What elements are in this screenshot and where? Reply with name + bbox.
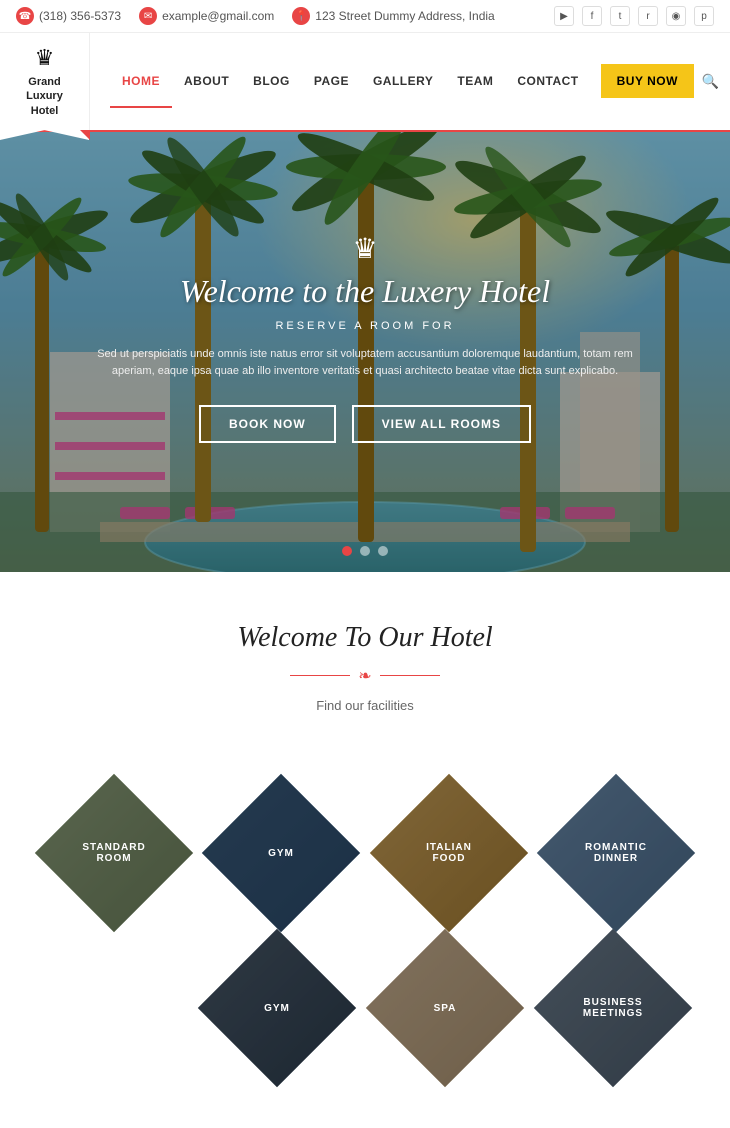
dot-1[interactable] [342, 546, 352, 556]
dot-3[interactable] [378, 546, 388, 556]
nav-page[interactable]: PAGE [302, 56, 361, 106]
nav-contact[interactable]: CONTACT [505, 56, 590, 106]
hero-content: ♛ Welcome to the Luxery Hotel RESERVE A … [0, 132, 730, 443]
search-icon[interactable]: 🔍 [702, 73, 719, 90]
top-bar: ☎ (318) 356-5373 ✉ example@gmail.com 📍 1… [0, 0, 730, 33]
divider-ornament: ❧ [20, 666, 710, 686]
facility-gym-2[interactable]: GYM [197, 928, 357, 1088]
nav-about[interactable]: ABOUT [172, 56, 241, 106]
rss-icon[interactable]: r [638, 6, 658, 26]
facility-label-standard: STANDARDROOM [58, 797, 170, 909]
welcome-title: Welcome To Our Hotel [20, 622, 710, 654]
buy-now-button[interactable]: BUY NOW [601, 64, 694, 98]
youtube-icon[interactable]: ▶ [554, 6, 574, 26]
nav-home[interactable]: HOME [110, 56, 172, 106]
contact-info: ☎ (318) 356-5373 ✉ example@gmail.com 📍 1… [16, 7, 495, 25]
facility-romantic-dinner[interactable]: ROMANTICDINNER [537, 773, 697, 933]
facility-label-gym2: GYM [221, 952, 333, 1064]
facilities-section: STANDARDROOM GYM ITALIANFOOD ROMANT [0, 773, 730, 1128]
header: ♛ GrandLuxuryHotel HOME ABOUT BLOG PAGE … [0, 33, 730, 132]
logo[interactable]: ♛ GrandLuxuryHotel [0, 33, 90, 130]
divider-left [290, 675, 350, 676]
email-address: example@gmail.com [162, 9, 274, 23]
email-contact: ✉ example@gmail.com [139, 7, 274, 25]
facility-standard-room[interactable]: STANDARDROOM [34, 773, 194, 933]
email-icon: ✉ [139, 7, 157, 25]
hero-section: ♛ Welcome to the Luxery Hotel RESERVE A … [0, 132, 730, 572]
view-rooms-button[interactable]: VIEW ALL ROOMS [352, 405, 531, 443]
welcome-section: Welcome To Our Hotel ❧ Find our faciliti… [0, 572, 730, 773]
facility-business-meetings[interactable]: BUSINESSMEETINGS [533, 928, 693, 1088]
location-icon: 📍 [292, 7, 310, 25]
twitter-icon[interactable]: t [610, 6, 630, 26]
facility-label-gym1: GYM [225, 797, 337, 909]
phone-icon: ☎ [16, 7, 34, 25]
hero-crown-icon: ♛ [0, 232, 730, 265]
logo-corner-accent [80, 130, 90, 140]
hero-title: Welcome to the Luxery Hotel [0, 273, 730, 310]
logo-text: GrandLuxuryHotel [26, 75, 63, 118]
facility-spa[interactable]: SPA [365, 928, 525, 1088]
phone-number: (318) 356-5373 [39, 9, 121, 23]
facility-row-1: STANDARDROOM GYM ITALIANFOOD ROMANT [30, 773, 700, 933]
address-text: 123 Street Dummy Address, India [315, 9, 494, 23]
pinterest-icon[interactable]: p [694, 6, 714, 26]
facility-label-romantic: ROMANTICDINNER [560, 797, 672, 909]
facility-label-biz: BUSINESSMEETINGS [557, 952, 669, 1064]
facility-label-spa: SPA [389, 952, 501, 1064]
nav-blog[interactable]: BLOG [241, 56, 302, 106]
dot-2[interactable] [360, 546, 370, 556]
facebook-icon[interactable]: f [582, 6, 602, 26]
facility-italian-food[interactable]: ITALIANFOOD [369, 773, 529, 933]
hero-subtitle: RESERVE A ROOM FOR [0, 320, 730, 332]
hero-description: Sed ut perspiciatis unde omnis iste natu… [85, 346, 645, 381]
hero-dots [342, 546, 388, 556]
address-contact: 📍 123 Street Dummy Address, India [292, 7, 494, 25]
nav-gallery[interactable]: GALLERY [361, 56, 445, 106]
ornament-symbol: ❧ [358, 666, 371, 686]
hero-buttons: Book Now VIEW ALL ROOMS [0, 405, 730, 443]
social-links: ▶ f t r ◉ p [554, 6, 714, 26]
main-nav: HOME ABOUT BLOG PAGE GALLERY TEAM CONTAC… [90, 56, 730, 106]
divider-right [380, 675, 440, 676]
facility-gym-1[interactable]: GYM [202, 773, 362, 933]
nav-team[interactable]: TEAM [445, 56, 505, 106]
phone-contact: ☎ (318) 356-5373 [16, 7, 121, 25]
crown-icon: ♛ [35, 45, 55, 71]
welcome-subtitle: Find our facilities [20, 698, 710, 713]
facility-label-italian: ITALIANFOOD [393, 797, 505, 909]
facility-row-2: GYM SPA BUSINESSMEETINGS [110, 928, 730, 1088]
instagram-icon[interactable]: ◉ [666, 6, 686, 26]
book-now-button[interactable]: Book Now [199, 405, 336, 443]
